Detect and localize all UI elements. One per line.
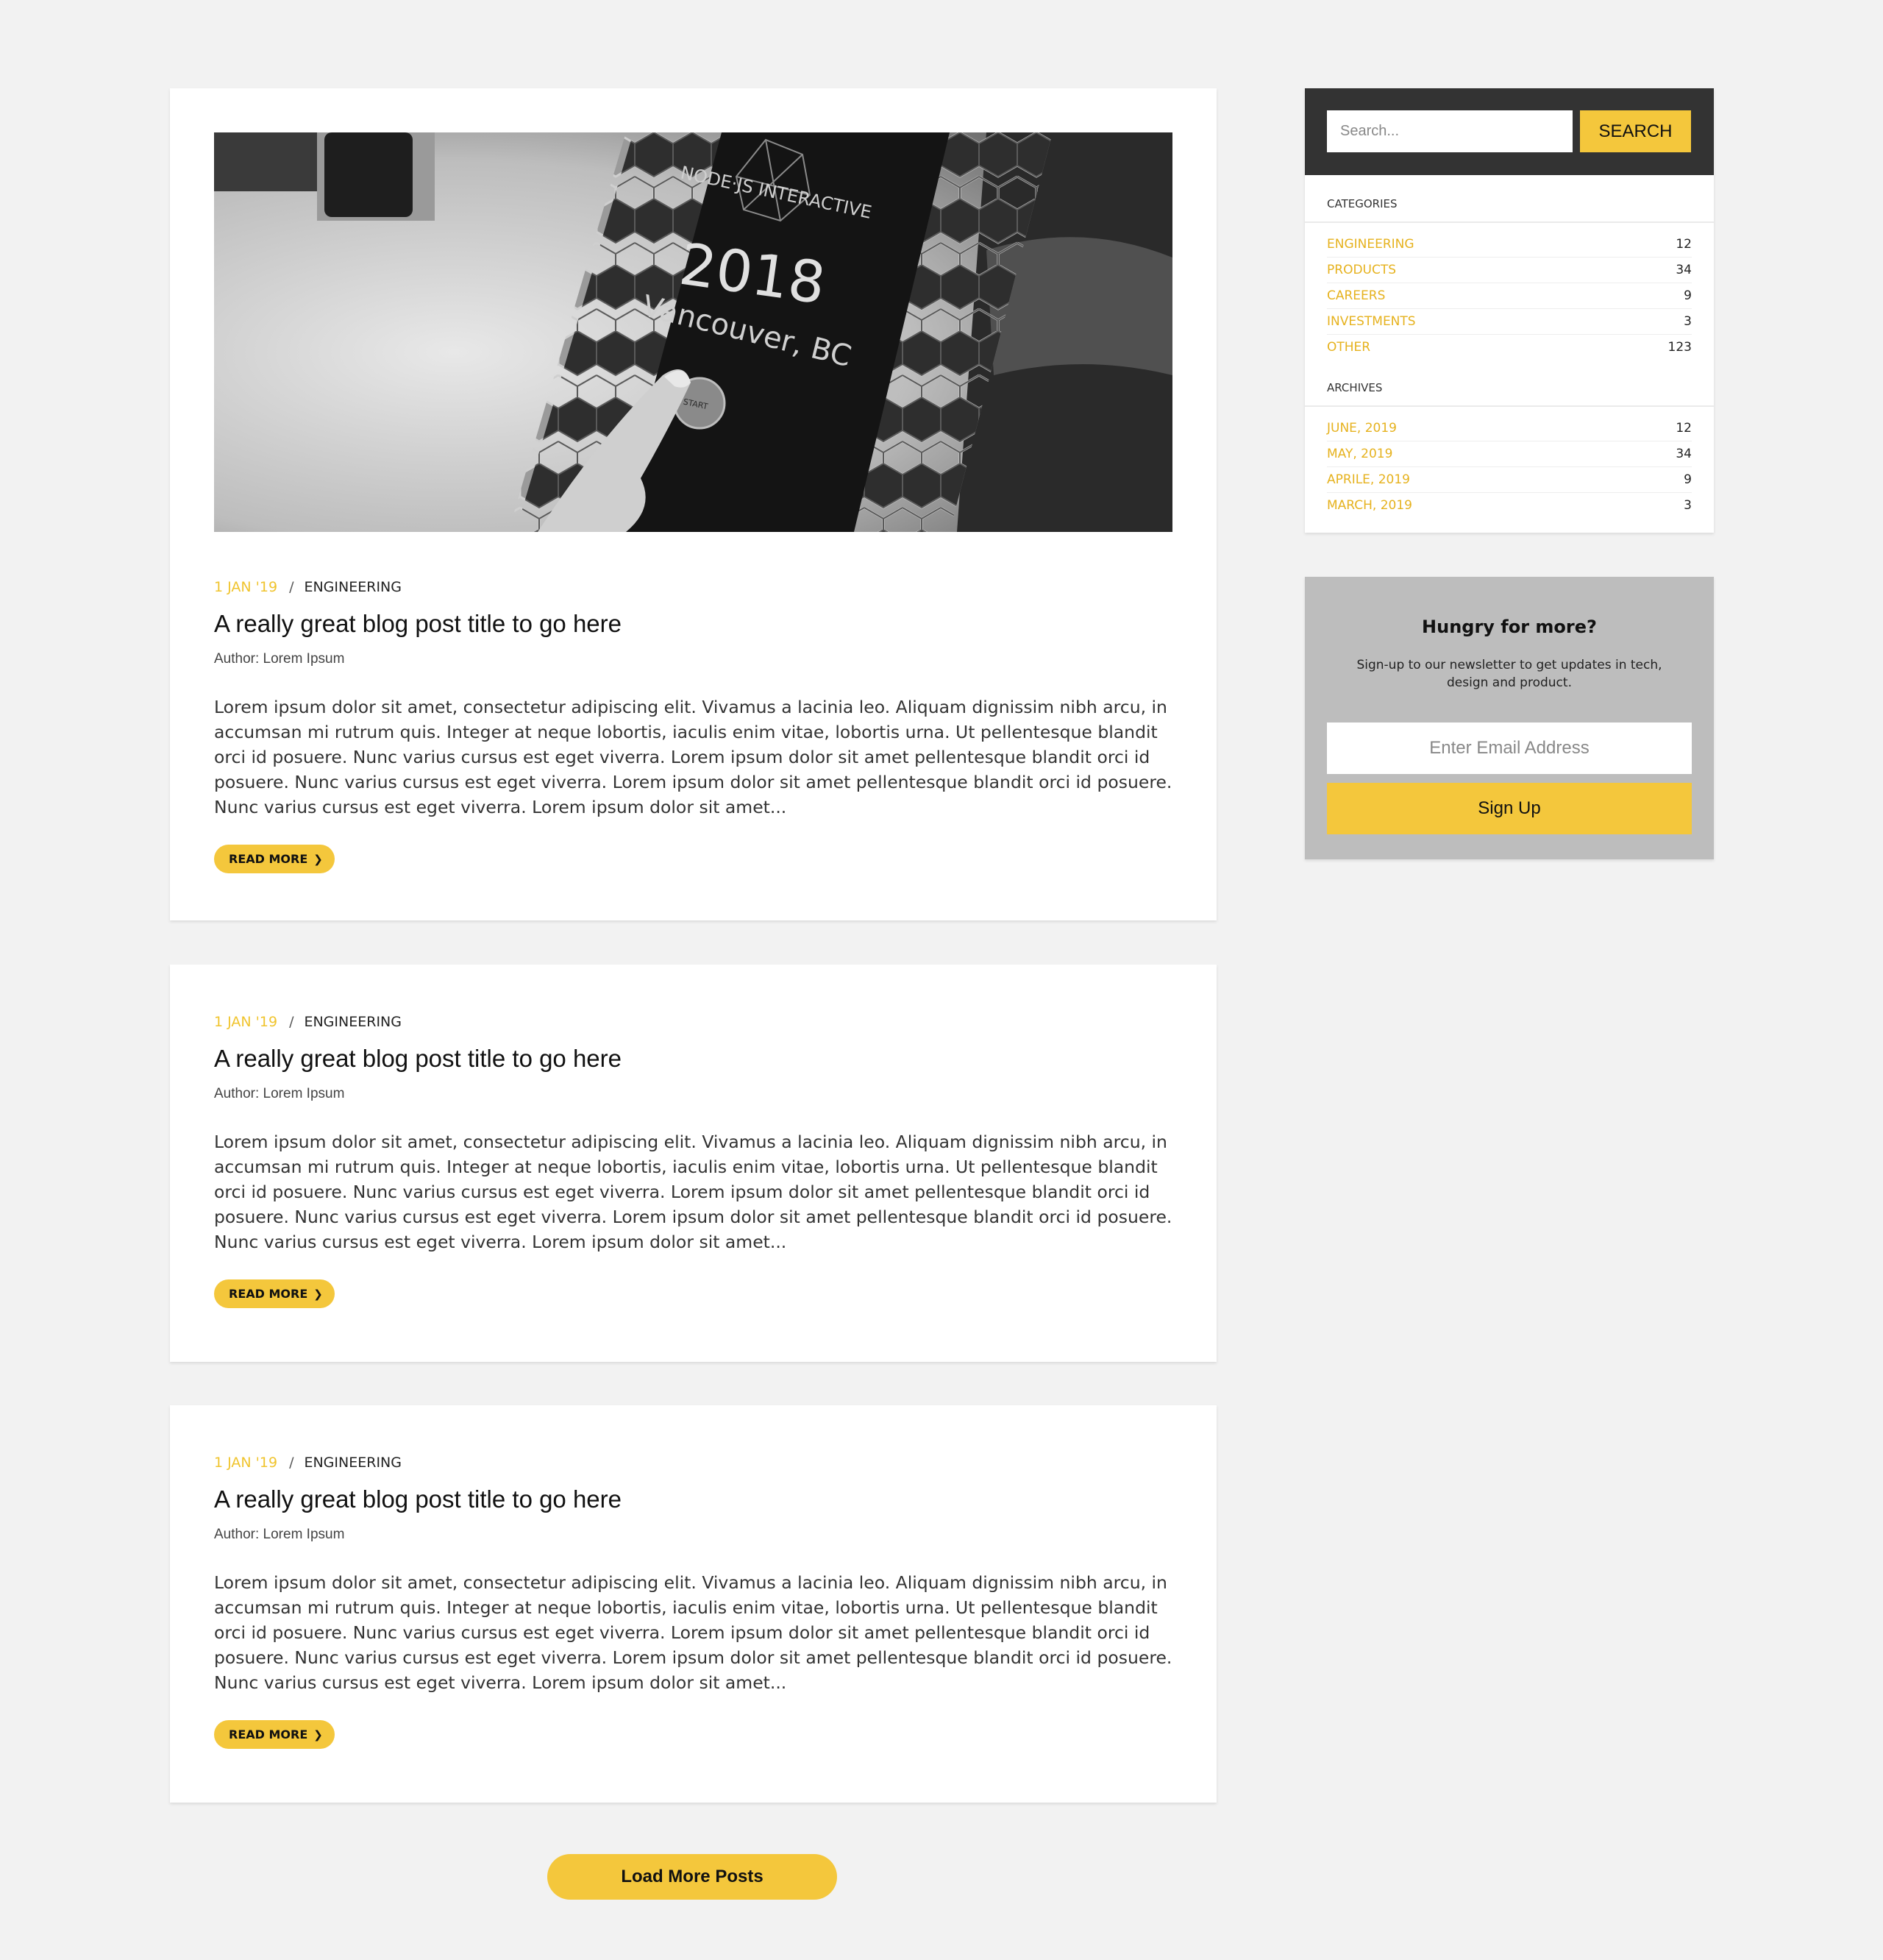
category-label[interactable]: INVESTMENTS — [1327, 309, 1416, 334]
chevron-right-icon: ❯ — [313, 1728, 323, 1741]
load-more-posts-button[interactable]: Load More Posts — [547, 1854, 837, 1900]
post-hero-image[interactable]: NODE·JS INTERACTIVE 2018 Vancouver, BC S… — [214, 132, 1172, 532]
post-date: 1 JAN '19 — [214, 1014, 278, 1030]
tablet-photo-illustration: NODE·JS INTERACTIVE 2018 Vancouver, BC S… — [214, 132, 1172, 532]
newsletter-panel: Hungry for more? Sign-up to our newslett… — [1305, 577, 1714, 859]
category-count: 3 — [1684, 314, 1692, 329]
read-more-button[interactable]: READ MORE ❯ — [214, 845, 335, 873]
post-excerpt: Lorem ipsum dolor sit amet, consectetur … — [214, 1132, 1172, 1252]
meta-separator: / — [289, 1014, 294, 1030]
post-meta: 1 JAN '19 / ENGINEERING — [214, 577, 1172, 597]
read-more-button[interactable]: READ MORE ❯ — [214, 1279, 335, 1308]
archive-label[interactable]: MAY, 2019 — [1327, 441, 1392, 466]
archive-count: 12 — [1676, 421, 1692, 436]
post-title[interactable]: A really great blog post title to go her… — [214, 1483, 1172, 1516]
post-excerpt: Lorem ipsum dolor sit amet, consectetur … — [214, 1572, 1172, 1693]
post-meta: 1 JAN '19 / ENGINEERING — [214, 1452, 1172, 1473]
archive-label[interactable]: JUNE, 2019 — [1327, 416, 1397, 441]
blog-post-card: NODE·JS INTERACTIVE 2018 Vancouver, BC S… — [170, 88, 1217, 920]
post-date: 1 JAN '19 — [214, 579, 278, 595]
search-button[interactable]: SEARCH — [1580, 110, 1691, 152]
post-title[interactable]: A really great blog post title to go her… — [214, 1043, 1172, 1075]
post-meta: 1 JAN '19 / ENGINEERING — [214, 1012, 1172, 1032]
archive-count: 34 — [1676, 447, 1692, 461]
newsletter-title: Hungry for more? — [1422, 617, 1597, 637]
post-category[interactable]: ENGINEERING — [304, 579, 402, 595]
read-more-label: READ MORE — [229, 1728, 308, 1741]
email-field[interactable] — [1327, 722, 1692, 774]
post-category[interactable]: ENGINEERING — [304, 1014, 402, 1030]
blog-post-card: 1 JAN '19 / ENGINEERING A really great blo… — [170, 1405, 1217, 1803]
search-input[interactable] — [1327, 110, 1573, 152]
archives-heading: ARCHIVES — [1305, 377, 1714, 407]
newsletter-subtitle: Sign-up to our newsletter to get updates… — [1356, 658, 1662, 690]
post-title[interactable]: A really great blog post title to go her… — [214, 608, 1172, 640]
categories-list: ENGINEERING 12 PRODUCTS 34 CAREERS 9 INVEST… — [1327, 232, 1692, 361]
category-item[interactable]: INVESTMENTS 3 — [1327, 309, 1692, 335]
archive-item[interactable]: JUNE, 2019 12 — [1327, 416, 1692, 441]
post-category[interactable]: ENGINEERING — [304, 1455, 402, 1471]
category-label[interactable]: CAREERS — [1327, 283, 1385, 308]
archive-label[interactable]: MARCH, 2019 — [1327, 493, 1412, 519]
category-item[interactable]: ENGINEERING 12 — [1327, 232, 1692, 258]
read-more-label: READ MORE — [229, 852, 308, 866]
meta-separator: / — [289, 579, 294, 595]
post-author: Author: Lorem Ipsum — [214, 651, 345, 667]
post-date: 1 JAN '19 — [214, 1455, 278, 1471]
category-label[interactable]: ENGINEERING — [1327, 232, 1414, 257]
archives-list: JUNE, 2019 12 MAY, 2019 34 APRILE, 2019 9 M… — [1327, 416, 1692, 519]
archive-item[interactable]: MAY, 2019 34 — [1327, 441, 1692, 467]
chevron-right-icon: ❯ — [313, 1288, 323, 1301]
meta-separator: / — [289, 1455, 294, 1471]
post-author: Author: Lorem Ipsum — [214, 1086, 345, 1101]
post-excerpt: Lorem ipsum dolor sit amet, consectetur … — [214, 697, 1172, 817]
chevron-right-icon: ❯ — [313, 853, 323, 866]
category-item[interactable]: OTHER 123 — [1327, 335, 1692, 361]
archive-item[interactable]: MARCH, 2019 3 — [1327, 493, 1692, 519]
category-count: 12 — [1676, 237, 1692, 252]
category-label[interactable]: PRODUCTS — [1327, 258, 1396, 283]
category-label[interactable]: OTHER — [1327, 335, 1370, 361]
category-item[interactable]: PRODUCTS 34 — [1327, 258, 1692, 283]
post-body: 1 JAN '19 / ENGINEERING A really great blo… — [214, 1012, 1172, 1308]
archive-count: 3 — [1684, 498, 1692, 513]
archive-item[interactable]: APRILE, 2019 9 — [1327, 467, 1692, 493]
category-item[interactable]: CAREERS 9 — [1327, 283, 1692, 309]
read-more-button[interactable]: READ MORE ❯ — [214, 1720, 335, 1749]
post-body: 1 JAN '19 / ENGINEERING A really great blo… — [214, 577, 1172, 873]
category-count: 9 — [1684, 288, 1692, 303]
post-body: 1 JAN '19 / ENGINEERING A really great blo… — [214, 1452, 1172, 1749]
blog-post-card: 1 JAN '19 / ENGINEERING A really great blo… — [170, 965, 1217, 1362]
post-author: Author: Lorem Ipsum — [214, 1527, 345, 1542]
category-count: 34 — [1676, 263, 1692, 277]
sidebar-panel: SEARCH CATEGORIES ENGINEERING 12 PRODUCTS… — [1305, 88, 1714, 533]
sign-up-button[interactable]: Sign Up — [1327, 783, 1692, 834]
read-more-label: READ MORE — [229, 1287, 308, 1301]
category-count: 123 — [1667, 340, 1692, 355]
archive-count: 9 — [1684, 472, 1692, 487]
categories-heading: CATEGORIES — [1305, 193, 1714, 223]
search-bar: SEARCH — [1305, 88, 1714, 175]
archive-label[interactable]: APRILE, 2019 — [1327, 467, 1410, 492]
